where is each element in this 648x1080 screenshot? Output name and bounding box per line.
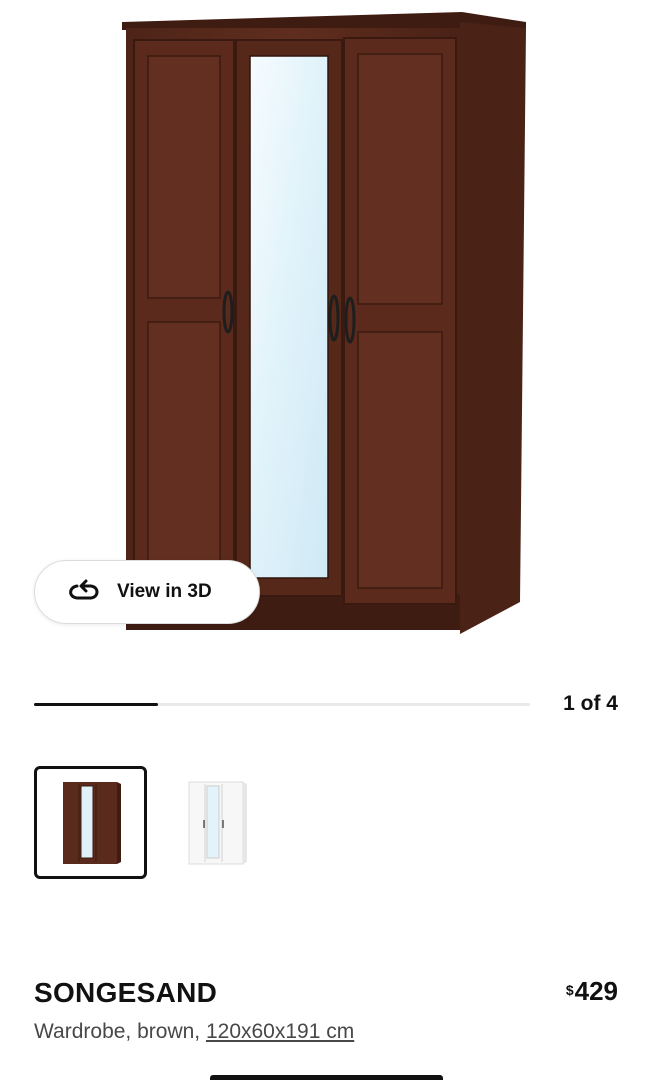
product-measurement-link[interactable]: 120x60x191 cm xyxy=(206,1020,354,1043)
price-amount: 429 xyxy=(574,976,618,1006)
carousel-counter: 1 of 4 xyxy=(563,692,618,715)
product-description-text: Wardrobe, brown, xyxy=(34,1020,206,1043)
rotate-3d-icon xyxy=(69,579,99,600)
view-in-3d-label: View in 3D xyxy=(117,581,212,602)
wardrobe-illustration xyxy=(122,12,526,634)
carousel-progress-bar xyxy=(34,703,530,706)
thumbnail-white-wardrobe-image xyxy=(188,781,247,864)
carousel-progress-fill xyxy=(34,703,158,706)
product-description: Wardrobe, brown, 120x60x191 cm xyxy=(34,1020,354,1044)
product-price: $ 429 xyxy=(566,976,618,1007)
thumbnail-brown-wardrobe-image xyxy=(62,781,121,864)
home-indicator xyxy=(210,1075,443,1080)
currency-symbol: $ xyxy=(565,982,574,998)
view-in-3d-button[interactable]: View in 3D xyxy=(34,560,260,624)
thumbnail-white[interactable] xyxy=(160,766,273,879)
thumbnail-brown[interactable] xyxy=(34,766,147,879)
product-name: SONGESAND xyxy=(34,977,218,1008)
